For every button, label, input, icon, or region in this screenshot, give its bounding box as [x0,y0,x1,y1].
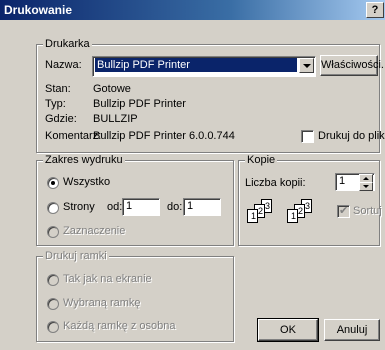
print-range-legend: Zakres wydruku [43,154,125,166]
range-selection-radio[interactable] [47,226,59,238]
where-value: BULLZIP [93,113,138,125]
status-label: Stan: [45,83,71,95]
radio-selected-dot [51,181,55,185]
from-label: od: [107,201,123,213]
range-pages-label[interactable]: Strony [63,201,95,213]
ok-button[interactable]: OK [257,318,319,342]
printer-select[interactable]: Bullzip PDF Printer [92,56,316,77]
frames-as-screen-radio[interactable] [47,274,59,286]
check-icon: ✔ [339,205,349,217]
help-button[interactable]: ? [366,2,384,18]
copies-spinner[interactable] [359,174,373,191]
to-page-input[interactable]: 1 [183,198,221,216]
page-icon: 1 [287,209,298,223]
spin-down-button[interactable] [359,182,373,191]
print-frames-legend: Drukuj ramki [43,250,109,262]
page-icon: 1 [247,209,258,223]
frames-each-radio[interactable] [47,321,59,333]
collate-illustration: 3 2 1 3 2 1 [247,199,337,233]
copies-count-label: Liczba kopii: [245,177,306,189]
range-all-radio[interactable] [47,177,59,189]
print-dialog: Drukowanie ? Drukarka Nazwa: Bullzip PDF… [0,0,385,350]
type-label: Typ: [45,98,66,110]
type-value: Bullzip PDF Printer [93,98,186,110]
comment-value: Bullzip PDF Printer 6.0.0.744 [93,130,235,142]
frames-selected-radio[interactable] [47,298,59,310]
cancel-button[interactable]: Anuluj [324,319,380,341]
print-frames-group: Drukuj ramki Tak jak na ekranie Wybraną … [36,250,234,342]
printer-legend: Drukarka [43,38,92,50]
from-page-input[interactable]: 1 [122,198,160,216]
print-to-file-label[interactable]: Drukuj do pliku [318,130,385,142]
collate-checkbox[interactable]: ✔ [337,205,350,218]
frames-selected-label: Wybraną ramkę [63,297,141,309]
status-value: Gotowe [93,83,131,95]
frames-as-screen-label: Tak jak na ekranie [63,273,152,285]
printer-name-label: Nazwa: [45,59,82,71]
frames-each-label: Każdą ramkę z osobna [63,320,176,332]
title-bar[interactable]: Drukowanie ? [0,0,385,20]
dialog-title: Drukowanie [4,3,73,17]
printer-group: Drukarka Nazwa: Bullzip PDF Printer Właś… [36,38,385,153]
range-all-label[interactable]: Wszystko [63,176,110,188]
range-pages-radio[interactable] [47,202,59,214]
properties-button[interactable]: Właściwości... [320,55,385,76]
collate-label: Sortuj [353,205,382,217]
chevron-down-icon[interactable] [299,58,314,73]
to-label: do: [167,201,183,213]
print-to-file-checkbox[interactable] [301,130,314,143]
where-label: Gdzie: [45,113,77,125]
range-selection-label: Zaznaczenie [63,225,126,237]
print-range-group: Zakres wydruku Wszystko Strony od: 1 do:… [36,154,234,246]
printer-select-value: Bullzip PDF Printer [95,58,297,72]
copies-legend: Kopie [245,154,278,166]
copies-group: Kopie Liczba kopii: 1 3 2 1 3 2 1 ✔ Sort… [238,154,382,246]
